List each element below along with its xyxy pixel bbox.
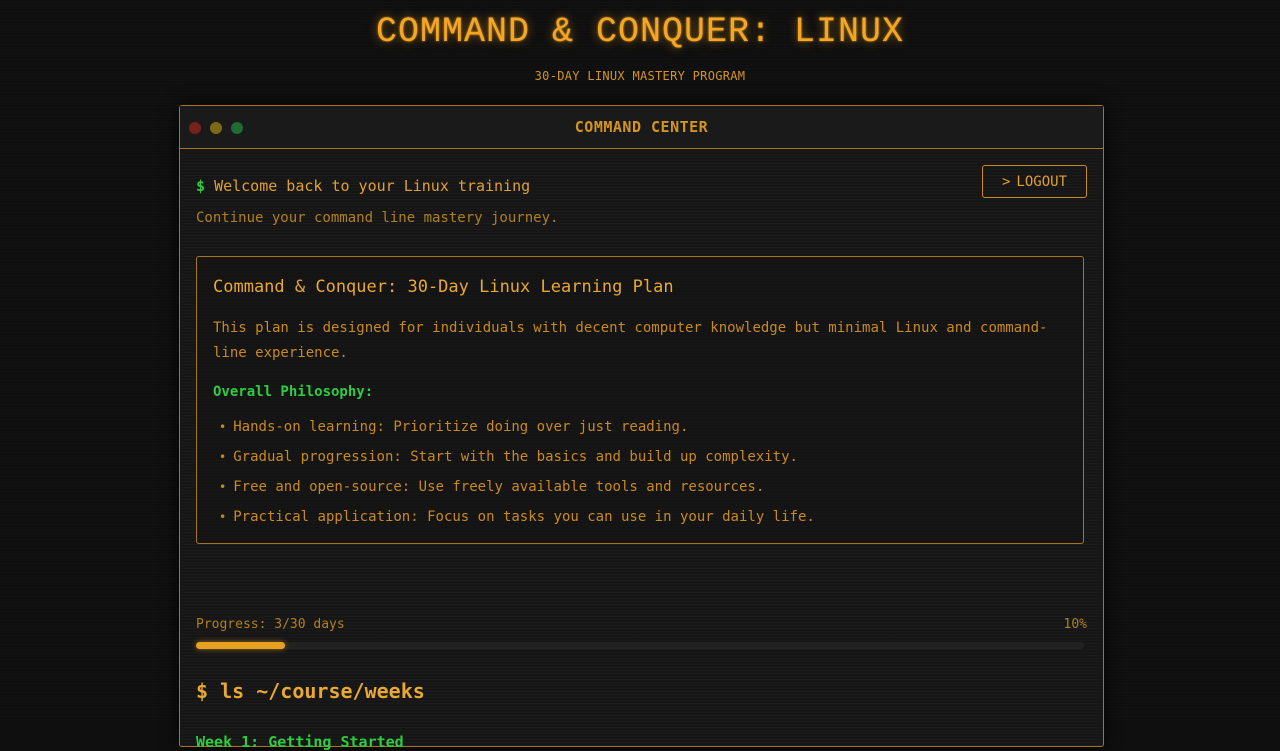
philosophy-heading: Overall Philosophy: (213, 384, 374, 400)
page-header: COMMAND & CONQUER: LINUX 30-DAY LINUX MA… (0, 0, 1280, 83)
list-item: • Gradual progression: Start with the bas… (219, 444, 815, 474)
progress-percent: 10% (1063, 617, 1087, 632)
prompt-symbol: $ (196, 177, 206, 195)
page-subtitle: 30-DAY LINUX MASTERY PROGRAM (534, 69, 746, 83)
welcome-message: $ Welcome back to your Linux training (196, 177, 530, 195)
list-item: • Hands-on learning: Prioritize doing ove… (219, 414, 815, 444)
list-item-text: Hands-on learning: Prioritize doing over… (233, 419, 689, 435)
weeks-command: $ ls ~/course/weeks (196, 679, 425, 703)
logout-button[interactable]: > LOGOUT (982, 165, 1087, 198)
plan-title: Command & Conquer: 30-Day Linux Learning… (213, 277, 674, 297)
window-titlebar: COMMAND CENTER (180, 106, 1103, 149)
chevron-right-icon: > (1001, 173, 1011, 190)
progress-bar-fill (196, 642, 285, 649)
list-item: • Practical application: Focus on tasks y… (219, 504, 815, 534)
week-1-title[interactable]: Week 1: Getting Started (196, 733, 404, 751)
list-item-text: Practical application: Focus on tasks yo… (233, 509, 815, 525)
command-center-window: COMMAND CENTER $ Welcome back to your Li… (179, 105, 1104, 751)
window-title: COMMAND CENTER (574, 118, 709, 136)
progress-bar (196, 642, 1084, 649)
bullet-icon: • (219, 480, 227, 494)
progress-label: Progress: 3/30 days (196, 617, 345, 632)
logout-label: LOGOUT (1016, 173, 1067, 190)
welcome-subtext: Continue your command line mastery journ… (196, 210, 559, 226)
welcome-text: Welcome back to your Linux training (214, 177, 531, 195)
learning-plan-card: Command & Conquer: 30-Day Linux Learning… (196, 256, 1084, 544)
bullet-icon: • (219, 450, 227, 464)
page-title: COMMAND & CONQUER: LINUX (375, 12, 905, 52)
plan-description: This plan is designed for individuals wi… (213, 320, 1048, 361)
philosophy-list: • Hands-on learning: Prioritize doing ove… (219, 414, 815, 534)
bullet-icon: • (219, 510, 227, 524)
list-item-text: Gradual progression: Start with the basi… (233, 449, 798, 465)
list-item: • Free and open-source: Use freely availa… (219, 474, 815, 504)
list-item-text: Free and open-source: Use freely availab… (233, 479, 765, 495)
bullet-icon: • (219, 420, 227, 434)
